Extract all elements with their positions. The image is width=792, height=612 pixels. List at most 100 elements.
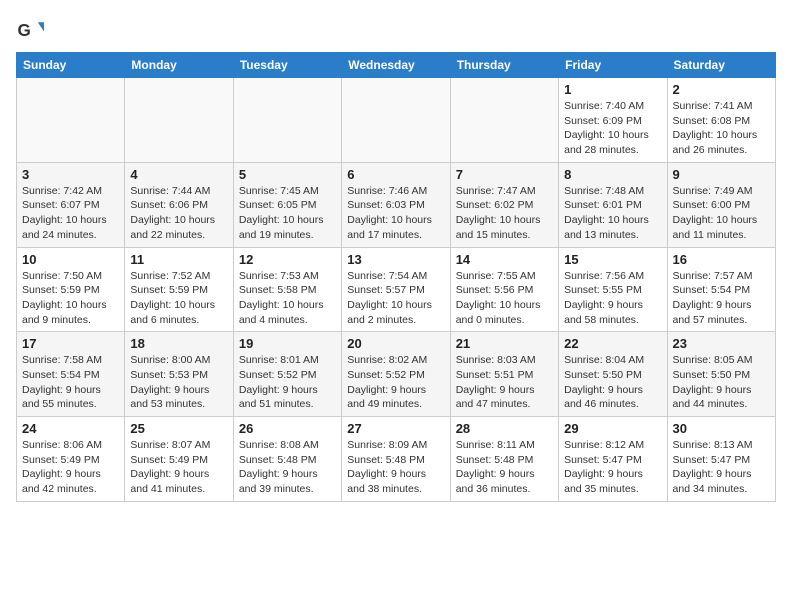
calendar-cell: 24 Sunrise: 8:06 AMSunset: 5:49 PMDayligh… [17,417,125,502]
calendar-week-row: 17Sunrise: 7:58 AMSunset: 5:54 PMDayligh… [17,332,776,417]
calendar-cell [125,78,233,163]
calendar-cell: 16Sunrise: 7:57 AMSunset: 5:54 PMDayligh… [667,247,775,332]
day-number: 22 [564,336,661,351]
calendar-cell: 25 Sunrise: 8:07 AMSunset: 5:49 PMDayligh… [125,417,233,502]
day-number: 10 [22,252,119,267]
day-info: Sunrise: 7:41 AMSunset: 6:08 PMDaylight:… [673,99,770,158]
day-info: Sunrise: 7:48 AMSunset: 6:01 PMDaylight:… [564,184,661,243]
calendar-cell: 14 Sunrise: 7:55 AMSunset: 5:56 PMDayligh… [450,247,558,332]
calendar-cell: 3 Sunrise: 7:42 AMSunset: 6:07 PMDaylight… [17,162,125,247]
day-info: Sunrise: 8:03 AMSunset: 5:51 PMDaylight:… [456,353,553,412]
calendar-cell: 15 Sunrise: 7:56 AMSunset: 5:55 PMDayligh… [559,247,667,332]
day-number: 21 [456,336,553,351]
calendar-cell: 11 Sunrise: 7:52 AMSunset: 5:59 PMDayligh… [125,247,233,332]
day-info: Sunrise: 8:04 AMSunset: 5:50 PMDaylight:… [564,353,661,412]
day-number: 27 [347,421,444,436]
calendar-cell: 5 Sunrise: 7:45 AMSunset: 6:05 PMDaylight… [233,162,341,247]
day-info: Sunrise: 8:11 AMSunset: 5:48 PMDaylight:… [456,438,553,497]
day-number: 23 [673,336,770,351]
calendar-cell: 18Sunrise: 8:00 AMSunset: 5:53 PMDayligh… [125,332,233,417]
calendar-cell: 29Sunrise: 8:12 AMSunset: 5:47 PMDayligh… [559,417,667,502]
day-number: 16 [673,252,770,267]
day-number: 13 [347,252,444,267]
day-number: 6 [347,167,444,182]
day-info: Sunrise: 7:49 AMSunset: 6:00 PMDaylight:… [673,184,770,243]
calendar-cell: 10 Sunrise: 7:50 AMSunset: 5:59 PMDayligh… [17,247,125,332]
calendar-body: 1 Sunrise: 7:40 AMSunset: 6:09 PMDaylight… [17,78,776,502]
day-info: Sunrise: 8:02 AMSunset: 5:52 PMDaylight:… [347,353,444,412]
calendar-cell: 9 Sunrise: 7:49 AMSunset: 6:00 PMDaylight… [667,162,775,247]
day-info: Sunrise: 7:42 AMSunset: 6:07 PMDaylight:… [22,184,119,243]
day-info: Sunrise: 8:07 AMSunset: 5:49 PMDaylight:… [130,438,227,497]
weekday-header-cell: Friday [559,53,667,78]
logo-icon: G [16,16,44,44]
day-number: 20 [347,336,444,351]
day-info: Sunrise: 7:47 AMSunset: 6:02 PMDaylight:… [456,184,553,243]
calendar-cell: 7 Sunrise: 7:47 AMSunset: 6:02 PMDaylight… [450,162,558,247]
day-number: 12 [239,252,336,267]
weekday-header-cell: Saturday [667,53,775,78]
day-number: 24 [22,421,119,436]
weekday-header-cell: Sunday [17,53,125,78]
calendar-cell: 21 Sunrise: 8:03 AMSunset: 5:51 PMDayligh… [450,332,558,417]
day-number: 3 [22,167,119,182]
day-info: Sunrise: 7:46 AMSunset: 6:03 PMDaylight:… [347,184,444,243]
day-number: 15 [564,252,661,267]
weekday-header-cell: Wednesday [342,53,450,78]
calendar-cell [17,78,125,163]
day-number: 26 [239,421,336,436]
day-number: 25 [130,421,227,436]
day-info: Sunrise: 7:45 AMSunset: 6:05 PMDaylight:… [239,184,336,243]
day-number: 5 [239,167,336,182]
day-number: 7 [456,167,553,182]
page-header: G [16,16,776,44]
logo: G [16,16,48,44]
day-number: 17 [22,336,119,351]
day-number: 1 [564,82,661,97]
calendar-cell: 13Sunrise: 7:54 AMSunset: 5:57 PMDayligh… [342,247,450,332]
calendar-cell: 8 Sunrise: 7:48 AMSunset: 6:01 PMDaylight… [559,162,667,247]
calendar-cell: 12 Sunrise: 7:53 AMSunset: 5:58 PMDayligh… [233,247,341,332]
calendar-cell: 4 Sunrise: 7:44 AMSunset: 6:06 PMDaylight… [125,162,233,247]
day-info: Sunrise: 7:56 AMSunset: 5:55 PMDaylight:… [564,269,661,328]
day-number: 30 [673,421,770,436]
day-info: Sunrise: 8:01 AMSunset: 5:52 PMDaylight:… [239,353,336,412]
weekday-header-cell: Thursday [450,53,558,78]
calendar-cell: 19Sunrise: 8:01 AMSunset: 5:52 PMDayligh… [233,332,341,417]
calendar-cell [233,78,341,163]
day-info: Sunrise: 8:13 AMSunset: 5:47 PMDaylight:… [673,438,770,497]
day-info: Sunrise: 8:05 AMSunset: 5:50 PMDaylight:… [673,353,770,412]
day-info: Sunrise: 7:53 AMSunset: 5:58 PMDaylight:… [239,269,336,328]
calendar-cell [450,78,558,163]
calendar-week-row: 1 Sunrise: 7:40 AMSunset: 6:09 PMDaylight… [17,78,776,163]
calendar-cell: 30 Sunrise: 8:13 AMSunset: 5:47 PMDayligh… [667,417,775,502]
day-info: Sunrise: 7:50 AMSunset: 5:59 PMDaylight:… [22,269,119,328]
day-number: 9 [673,167,770,182]
day-number: 14 [456,252,553,267]
day-info: Sunrise: 7:55 AMSunset: 5:56 PMDaylight:… [456,269,553,328]
day-number: 4 [130,167,227,182]
calendar-cell: 28 Sunrise: 8:11 AMSunset: 5:48 PMDayligh… [450,417,558,502]
calendar-cell: 2 Sunrise: 7:41 AMSunset: 6:08 PMDaylight… [667,78,775,163]
day-number: 11 [130,252,227,267]
calendar-cell: 23 Sunrise: 8:05 AMSunset: 5:50 PMDayligh… [667,332,775,417]
day-info: Sunrise: 8:06 AMSunset: 5:49 PMDaylight:… [22,438,119,497]
svg-text:G: G [18,21,31,40]
day-number: 8 [564,167,661,182]
calendar-table: SundayMondayTuesdayWednesdayThursdayFrid… [16,52,776,502]
day-info: Sunrise: 8:09 AMSunset: 5:48 PMDaylight:… [347,438,444,497]
weekday-header-cell: Tuesday [233,53,341,78]
day-info: Sunrise: 7:52 AMSunset: 5:59 PMDaylight:… [130,269,227,328]
calendar-cell: 22 Sunrise: 8:04 AMSunset: 5:50 PMDayligh… [559,332,667,417]
day-number: 2 [673,82,770,97]
calendar-cell: 17Sunrise: 7:58 AMSunset: 5:54 PMDayligh… [17,332,125,417]
day-info: Sunrise: 7:40 AMSunset: 6:09 PMDaylight:… [564,99,661,158]
day-info: Sunrise: 8:08 AMSunset: 5:48 PMDaylight:… [239,438,336,497]
calendar-cell: 20 Sunrise: 8:02 AMSunset: 5:52 PMDayligh… [342,332,450,417]
calendar-cell: 26 Sunrise: 8:08 AMSunset: 5:48 PMDayligh… [233,417,341,502]
day-number: 18 [130,336,227,351]
day-info: Sunrise: 7:44 AMSunset: 6:06 PMDaylight:… [130,184,227,243]
day-number: 28 [456,421,553,436]
weekday-header-cell: Monday [125,53,233,78]
calendar-cell: 1 Sunrise: 7:40 AMSunset: 6:09 PMDaylight… [559,78,667,163]
